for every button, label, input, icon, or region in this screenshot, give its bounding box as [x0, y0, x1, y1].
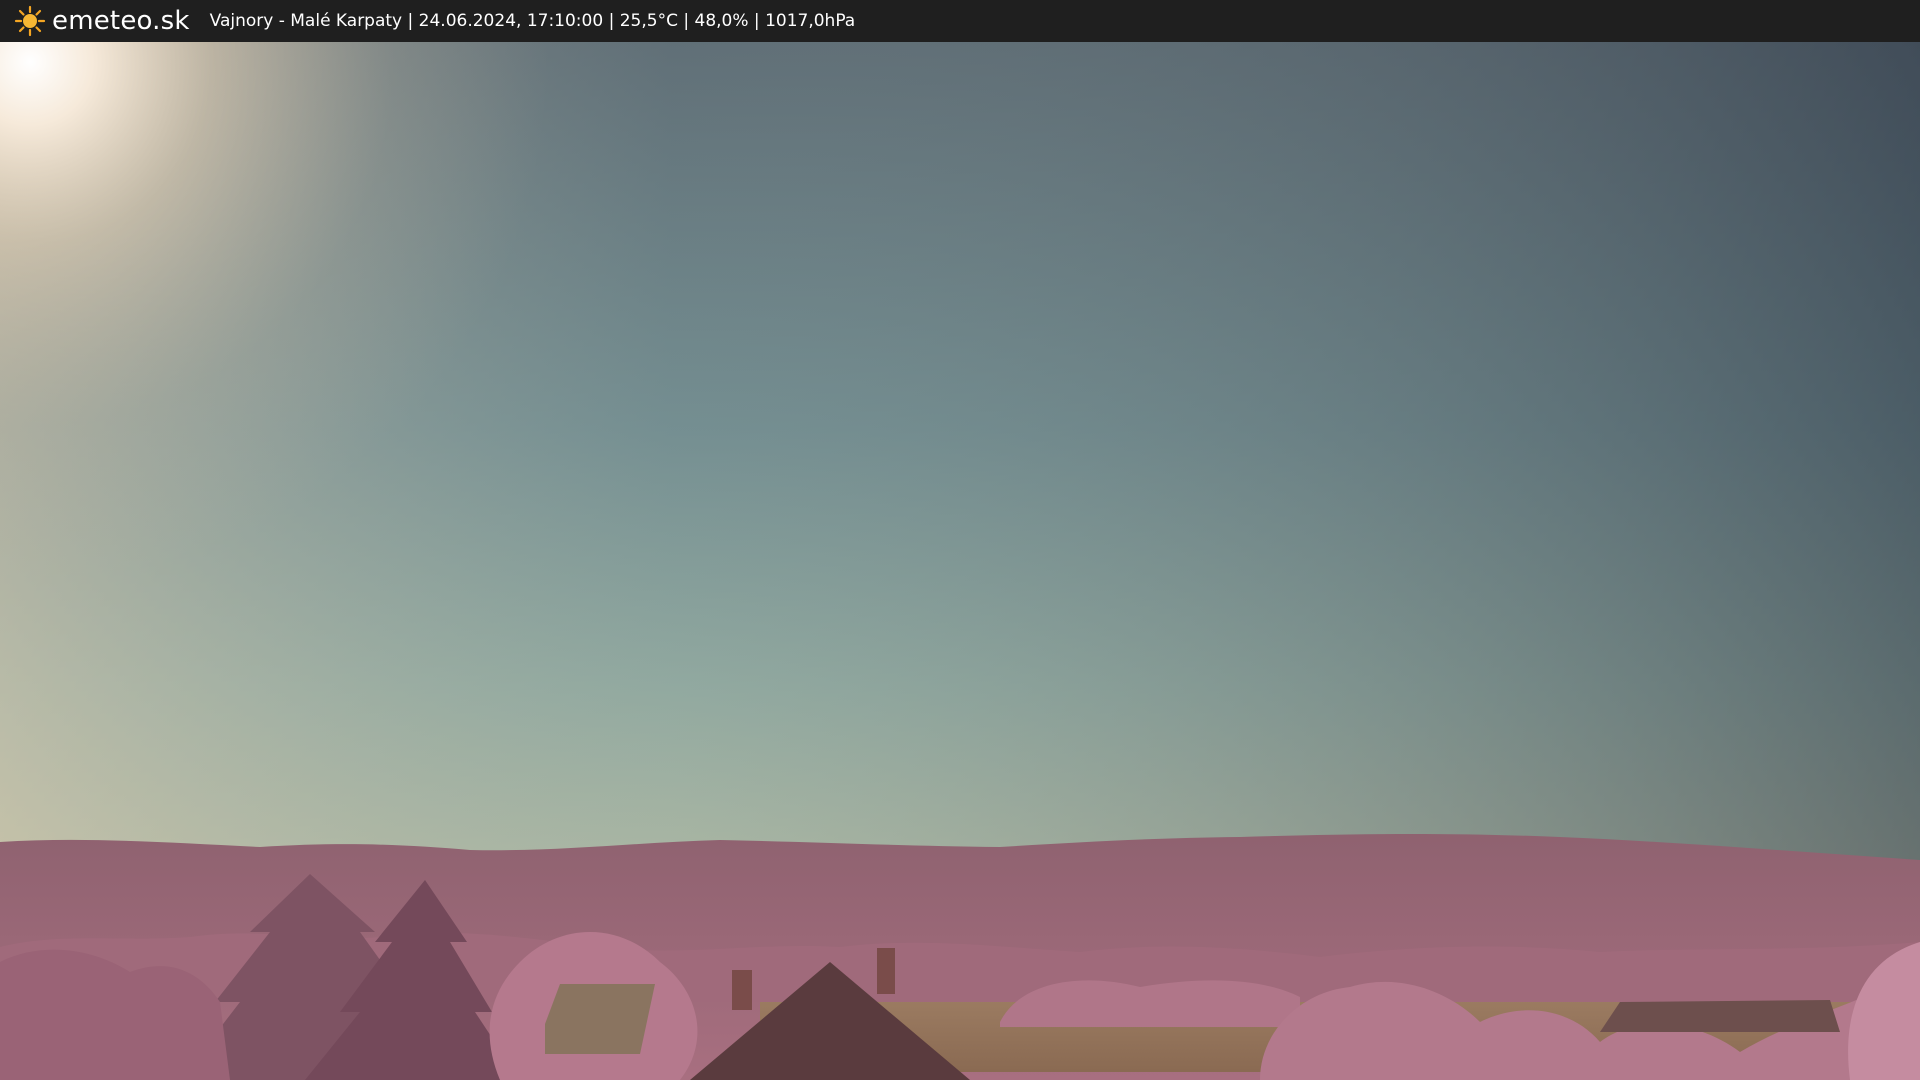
location-label: Vajnory - Malé Karpaty — [209, 11, 403, 31]
brand-logo[interactable]: emeteo.sk — [14, 5, 190, 37]
temperature-label: 25,5°C — [619, 11, 678, 31]
sun-icon — [14, 5, 46, 37]
chimney — [877, 948, 895, 994]
house-roof-left — [545, 984, 655, 1054]
datetime-label: 24.06.2024, 17:10:00 — [418, 11, 604, 31]
separator: | — [753, 11, 760, 31]
sun-glare — [0, 42, 1920, 902]
webcam-header-bar: emeteo.sk Vajnory - Malé Karpaty | 24.06… — [0, 0, 1920, 42]
chimney — [732, 970, 752, 1010]
humidity-label: 48,0% — [694, 11, 749, 31]
hedge — [1000, 980, 1300, 1027]
pressure-label: 1017,0hPa — [765, 11, 856, 31]
house-roof-right — [1600, 1000, 1840, 1032]
webcam-scene — [0, 42, 1920, 1080]
brand-name: emeteo.sk — [52, 6, 190, 36]
separator: | — [407, 11, 414, 31]
weather-info-line: Vajnory - Malé Karpaty | 24.06.2024, 17:… — [210, 11, 856, 31]
separator: | — [683, 11, 690, 31]
webcam-image — [0, 42, 1920, 1080]
separator: | — [608, 11, 615, 31]
